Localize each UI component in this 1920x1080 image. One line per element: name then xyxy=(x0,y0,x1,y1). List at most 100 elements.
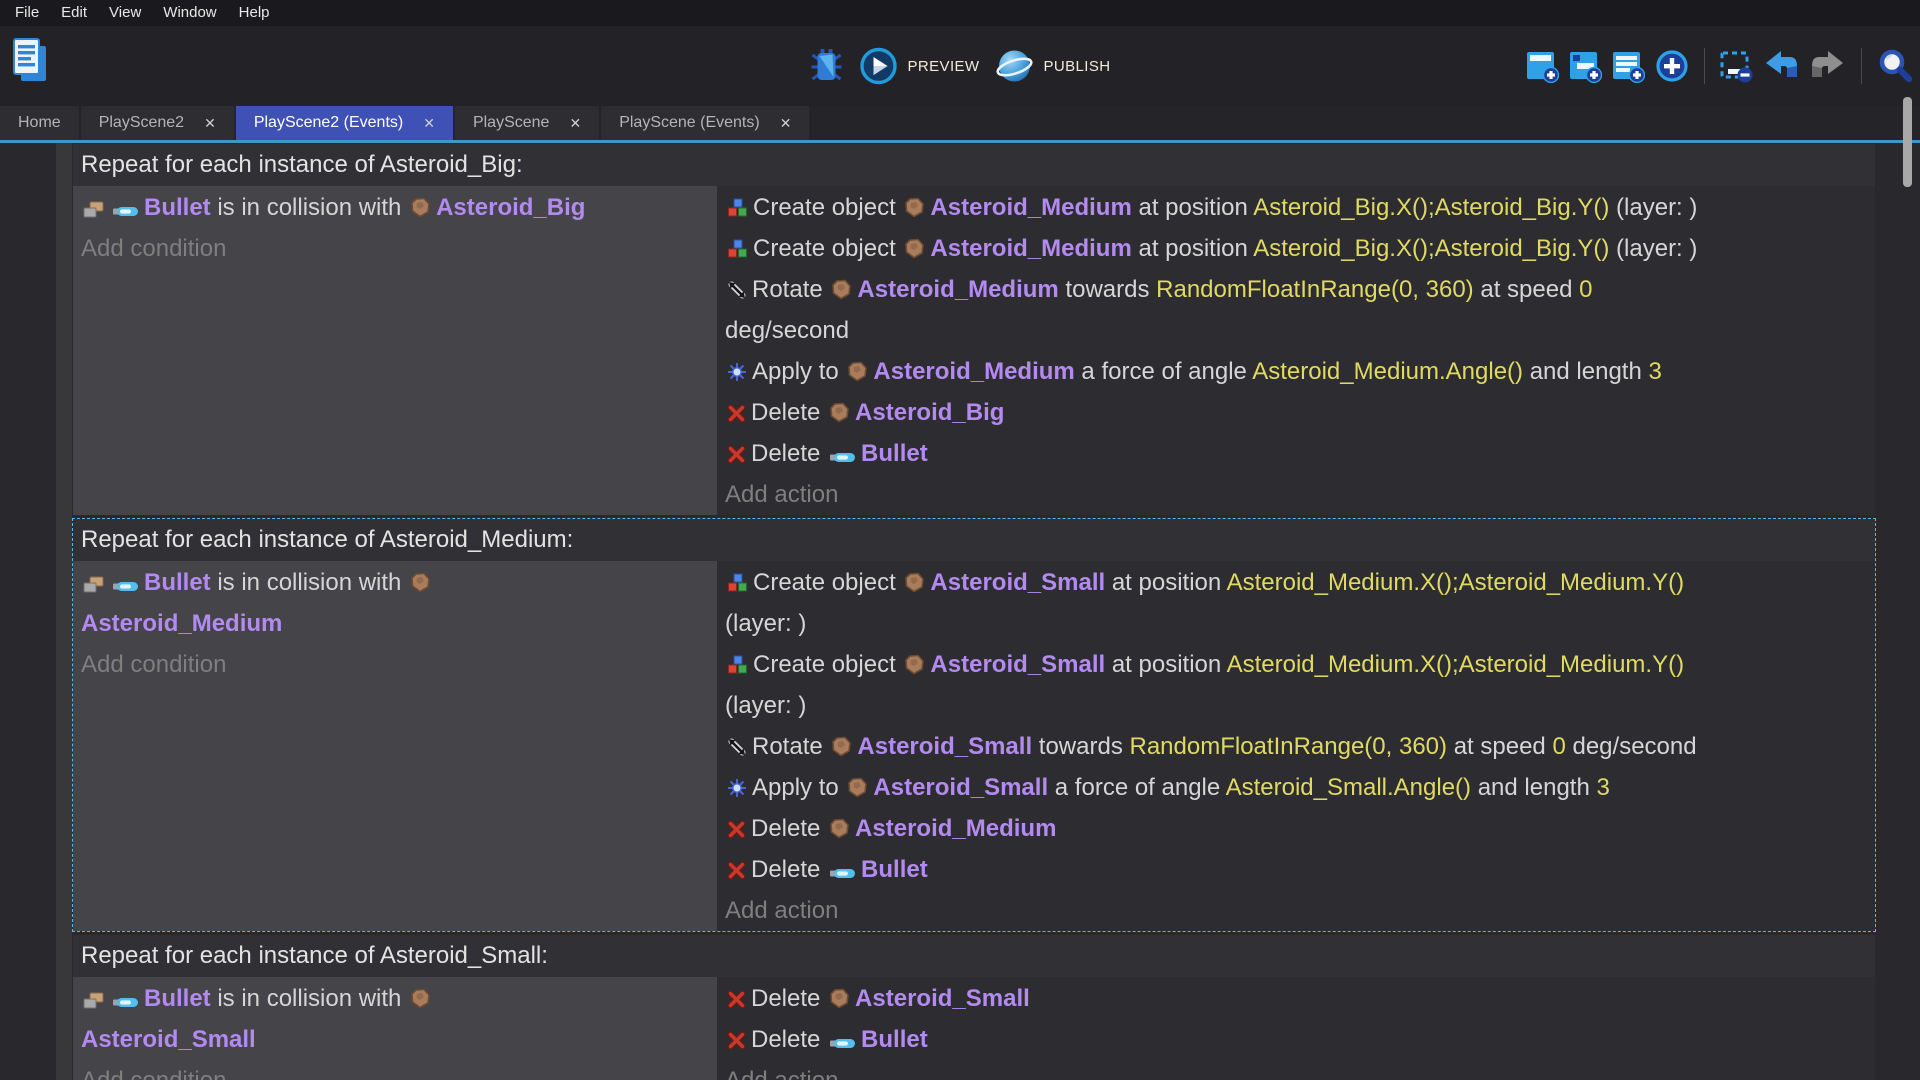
asteroid-icon xyxy=(831,279,852,300)
text-segment: and length xyxy=(1523,358,1648,385)
action-line[interactable]: Rotate Asteroid_Medium towards RandomFlo… xyxy=(725,269,1867,351)
undo-button[interactable] xyxy=(1762,49,1800,83)
close-tab-icon[interactable]: ✕ xyxy=(423,116,435,130)
condition-line[interactable]: Bullet is in collision with Asteroid_Big xyxy=(81,187,709,228)
text-segment: Bullet xyxy=(144,569,211,596)
text-segment: is in collision with xyxy=(211,194,408,221)
add-event-button[interactable] xyxy=(1525,49,1559,83)
event-body: Bullet is in collision with Asteroid_Big… xyxy=(73,186,1875,515)
publish-icon xyxy=(995,47,1033,85)
delete-icon xyxy=(727,1031,746,1050)
text-segment: at position xyxy=(1132,235,1253,262)
close-tab-icon[interactable]: ✕ xyxy=(569,116,581,130)
text-segment: a force of angle xyxy=(1075,358,1252,385)
action-line[interactable]: Create object Asteroid_Small at position… xyxy=(725,562,1867,644)
text-segment: Asteroid_Small xyxy=(855,985,1030,1012)
asteroid-icon xyxy=(847,361,868,382)
tab-label: PlayScene2 (Events) xyxy=(254,114,403,132)
event-block[interactable]: Repeat for each instance of Asteroid_Big… xyxy=(72,143,1876,516)
condition-line[interactable]: Bullet is in collision with Asteroid_Sma… xyxy=(81,978,709,1060)
search-button[interactable] xyxy=(1876,47,1914,85)
event-header[interactable]: Repeat for each instance of Asteroid_Sma… xyxy=(73,935,1875,977)
text-segment: Asteroid_Small xyxy=(857,733,1032,760)
menu-item-window[interactable]: Window xyxy=(152,0,227,26)
action-line[interactable]: Rotate Asteroid_Small towards RandomFloa… xyxy=(725,726,1867,767)
action-line[interactable]: Delete Bullet xyxy=(725,433,1867,474)
rotate-icon xyxy=(727,737,747,757)
action-line[interactable]: Delete Asteroid_Medium xyxy=(725,808,1867,849)
condition-line[interactable]: Bullet is in collision with Asteroid_Med… xyxy=(81,562,709,644)
text-segment: Apply to xyxy=(752,358,845,385)
text-segment: Asteroid_Big.X();Asteroid_Big.Y() xyxy=(1253,235,1609,262)
tab-home[interactable]: Home xyxy=(0,106,79,140)
text-segment: Rotate xyxy=(752,733,829,760)
preview-button[interactable]: PREVIEW xyxy=(860,47,980,85)
tab-playscene2[interactable]: PlayScene2✕ xyxy=(81,106,234,140)
menu-item-file[interactable]: File xyxy=(4,0,50,26)
text-segment: Bullet xyxy=(144,985,211,1012)
toolbar-separator xyxy=(1861,48,1862,84)
project-manager-button[interactable] xyxy=(12,37,48,83)
action-line[interactable]: Create object Asteroid_Medium at positio… xyxy=(725,228,1867,269)
close-tab-icon[interactable]: ✕ xyxy=(204,116,216,130)
text-segment: Asteroid_Medium.X();Asteroid_Medium.Y() xyxy=(1227,569,1685,596)
conditions-column: Bullet is in collision with Asteroid_Big… xyxy=(73,186,717,515)
event-block[interactable]: Repeat for each instance of Asteroid_Sma… xyxy=(72,934,1876,1080)
add-instruction-button[interactable] xyxy=(1654,48,1690,84)
redo-button[interactable] xyxy=(1809,49,1847,83)
text-segment: at speed xyxy=(1474,276,1579,303)
tab-playscene2-events[interactable]: PlayScene2 (Events) ✕ xyxy=(236,106,453,140)
action-line[interactable]: Create object Asteroid_Medium at positio… xyxy=(725,187,1867,228)
text-segment: towards xyxy=(1032,733,1129,760)
close-tab-icon[interactable]: ✕ xyxy=(780,116,792,130)
debugger-button[interactable] xyxy=(810,46,844,86)
publish-button[interactable]: PUBLISH xyxy=(995,47,1110,85)
add-condition-button[interactable]: Add condition xyxy=(81,1060,709,1080)
action-line[interactable]: Delete Bullet xyxy=(725,849,1867,890)
text-segment: at position xyxy=(1132,194,1253,221)
add-action-button[interactable]: Add action xyxy=(725,474,1867,515)
text-segment: 3 xyxy=(1648,358,1661,385)
text-segment: Asteroid_Small xyxy=(873,774,1048,801)
delete-icon xyxy=(727,445,746,464)
tab-label: PlayScene (Events) xyxy=(619,114,760,132)
action-line[interactable]: Apply to Asteroid_Medium a force of angl… xyxy=(725,351,1867,392)
vertical-scrollbar-thumb[interactable] xyxy=(1903,97,1912,187)
menu-item-view[interactable]: View xyxy=(98,0,152,26)
tab-label: Home xyxy=(18,114,61,132)
add-comment-button[interactable] xyxy=(1611,49,1645,83)
text-segment: Asteroid_Medium xyxy=(81,610,282,637)
events-sheet[interactable]: Repeat for each instance of Asteroid_Big… xyxy=(0,143,1920,1080)
action-line[interactable]: Apply to Asteroid_Small a force of angle… xyxy=(725,767,1867,808)
tab-playscene[interactable]: PlayScene✕ xyxy=(455,106,599,140)
tab-playscene-events[interactable]: PlayScene (Events) ✕ xyxy=(601,106,809,140)
tab-bar: HomePlayScene2✕PlayScene2 (Events)✕PlayS… xyxy=(0,106,1920,143)
add-condition-button[interactable]: Add condition xyxy=(81,228,709,269)
text-segment: is in collision with xyxy=(211,985,408,1012)
asteroid-icon xyxy=(410,572,431,593)
action-line[interactable]: Delete Asteroid_Small xyxy=(725,978,1867,1019)
asteroid-icon xyxy=(410,197,431,218)
add-action-button[interactable]: Add action xyxy=(725,890,1867,931)
force-icon xyxy=(727,778,747,798)
action-line[interactable]: Delete Bullet xyxy=(725,1019,1867,1060)
event-header[interactable]: Repeat for each instance of Asteroid_Big… xyxy=(73,144,1875,186)
actions-column: Create object Asteroid_Small at position… xyxy=(717,561,1875,931)
menu-item-help[interactable]: Help xyxy=(228,0,281,26)
text-segment: deg/second xyxy=(725,317,849,344)
delete-icon xyxy=(727,861,746,880)
add-subevent-button[interactable] xyxy=(1568,49,1602,83)
text-segment: Asteroid_Medium xyxy=(855,815,1056,842)
event-header[interactable]: Repeat for each instance of Asteroid_Med… xyxy=(73,519,1875,561)
event-block[interactable]: Repeat for each instance of Asteroid_Med… xyxy=(72,518,1876,932)
menu-item-edit[interactable]: Edit xyxy=(50,0,98,26)
select-events-button[interactable] xyxy=(1719,49,1753,83)
create-icon xyxy=(727,239,748,259)
text-segment: Bullet xyxy=(861,856,928,883)
text-segment: Delete xyxy=(751,985,827,1012)
add-condition-button[interactable]: Add condition xyxy=(81,644,709,685)
action-line[interactable]: Create object Asteroid_Small at position… xyxy=(725,644,1867,726)
action-line[interactable]: Delete Asteroid_Big xyxy=(725,392,1867,433)
main-toolbar: PREVIEW PUBLISH xyxy=(0,26,1920,106)
add-action-button[interactable]: Add action xyxy=(725,1060,1867,1080)
